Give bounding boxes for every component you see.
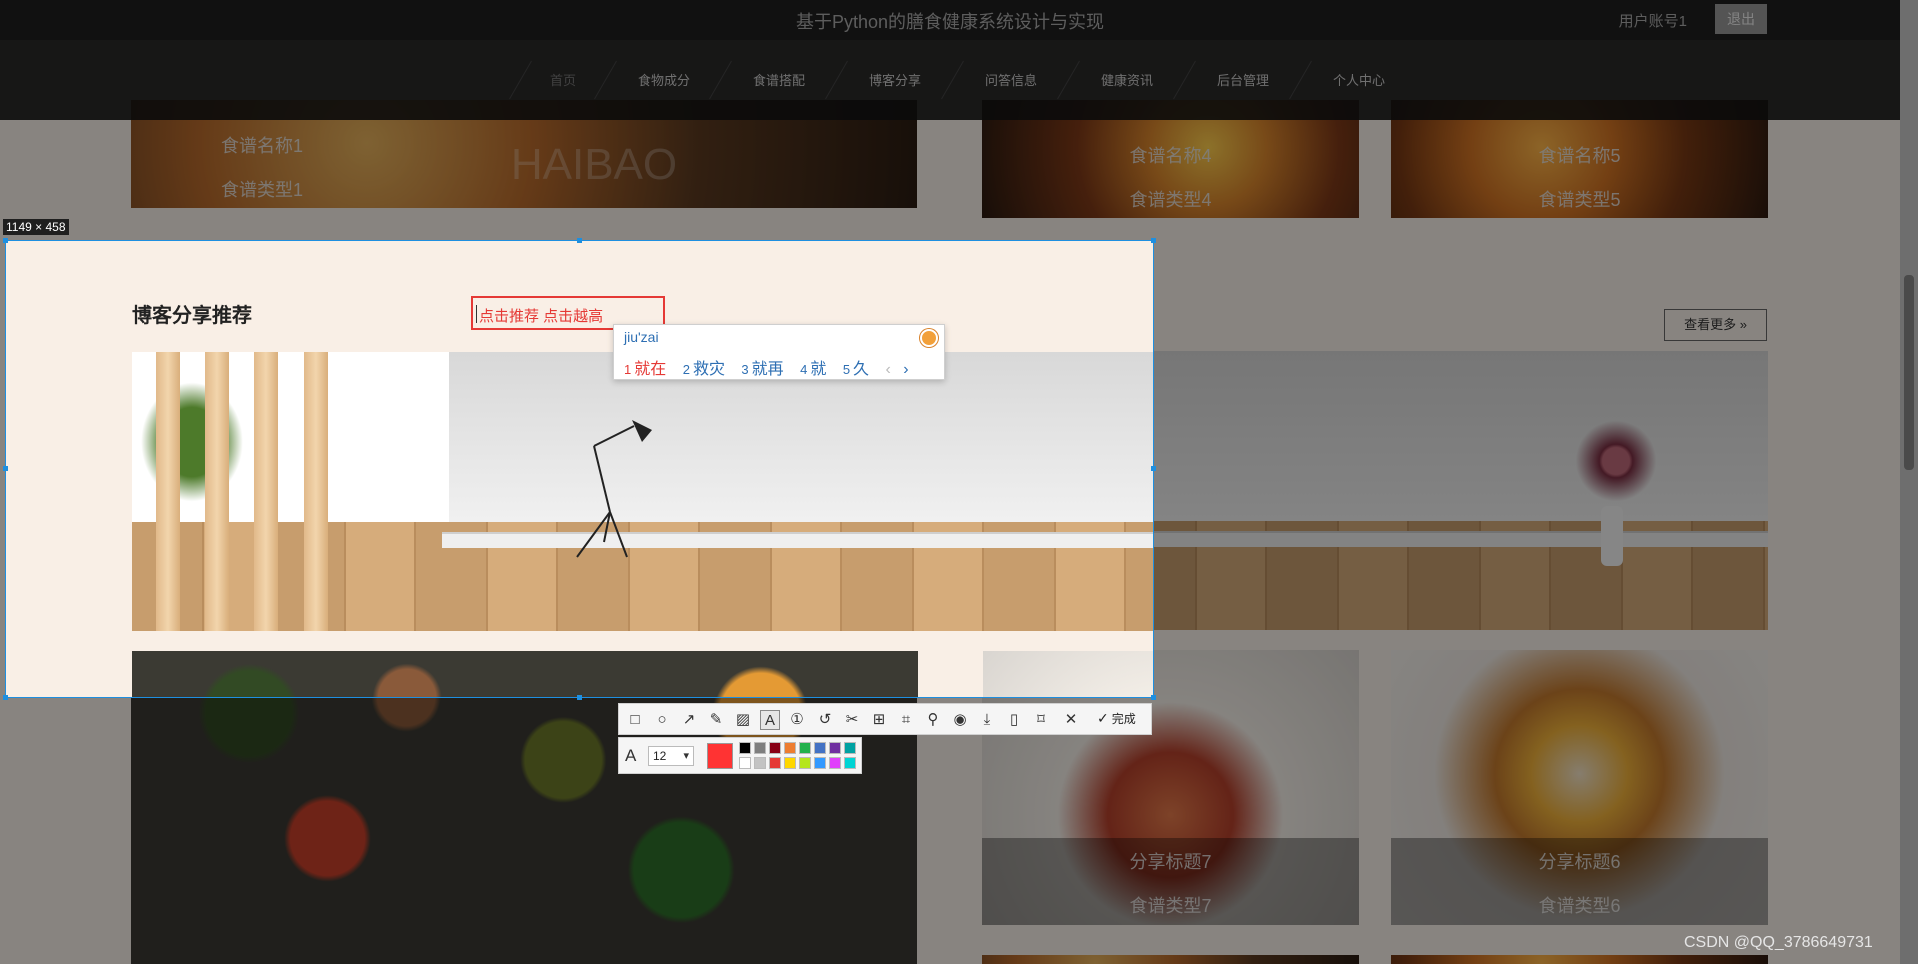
text-tool-options: A 12: [618, 737, 862, 774]
selection-size-label: 1149 × 458: [3, 219, 69, 235]
color-swatch[interactable]: [769, 742, 781, 754]
ime-next-page-icon[interactable]: ›: [903, 361, 908, 379]
ime-candidate-text: 久: [853, 361, 870, 378]
ime-candidate-window: jiu'zai 1 就在 2 救灾 3 就再 4就 5久 ‹ ›: [613, 324, 945, 380]
pen-tool-icon[interactable]: ✎: [706, 710, 726, 730]
text-annotation-content: 点击推荐 点击越高: [479, 308, 604, 325]
ime-candidate[interactable]: 4就: [800, 355, 826, 379]
color-swatch[interactable]: [754, 742, 766, 754]
ime-candidate-list: 1 就在 2 救灾 3 就再 4就 5久 ‹ ›: [624, 355, 917, 379]
ime-pinyin-input: jiu'zai: [624, 329, 659, 345]
font-icon: A: [625, 746, 637, 765]
rectangle-tool-icon[interactable]: □: [625, 710, 645, 730]
color-swatch[interactable]: [844, 742, 856, 754]
color-swatch[interactable]: [799, 742, 811, 754]
ime-candidate[interactable]: 5久: [843, 355, 869, 379]
translate-icon[interactable]: ⊞: [869, 710, 889, 730]
color-swatch[interactable]: [739, 757, 751, 769]
ime-candidate-text: 救灾: [692, 361, 725, 378]
ime-candidate-text: 就: [810, 361, 827, 378]
ocr-scan-icon[interactable]: ⌗: [896, 710, 916, 730]
bookmark-icon[interactable]: ⌑: [1031, 710, 1051, 730]
resize-handle-r[interactable]: [1151, 466, 1156, 471]
color-swatch[interactable]: [814, 757, 826, 769]
ime-candidate[interactable]: 2 救灾: [683, 355, 725, 379]
ime-candidate-text: 就在: [634, 361, 667, 378]
ellipse-tool-icon[interactable]: ○: [652, 710, 672, 730]
page-scrollbar[interactable]: [1900, 0, 1918, 964]
scissors-icon[interactable]: ✂: [842, 710, 862, 730]
text-caret: [476, 305, 477, 323]
resize-handle-tr[interactable]: [1151, 238, 1156, 243]
banner-slat: [156, 352, 180, 631]
color-swatch[interactable]: [844, 757, 856, 769]
resize-handle-l[interactable]: [3, 466, 8, 471]
banner-slat: [304, 352, 328, 631]
share-card-7-selected: [983, 651, 1153, 697]
color-swatch[interactable]: [754, 757, 766, 769]
done-button[interactable]: ✓ 完成: [1097, 710, 1136, 727]
font-size-select[interactable]: 12: [648, 746, 694, 766]
phone-send-icon[interactable]: ▯: [1004, 710, 1024, 730]
blog-banner-image-selected: [132, 352, 1153, 631]
floor-lamp-icon: [576, 420, 652, 558]
ime-candidate-text: 就再: [751, 361, 784, 378]
banner-baseboard: [442, 532, 1153, 548]
text-tool-icon[interactable]: A: [760, 710, 780, 730]
current-color-swatch[interactable]: [707, 743, 733, 769]
record-icon[interactable]: ◉: [950, 710, 970, 730]
resize-handle-bl[interactable]: [3, 695, 8, 700]
scrollbar-thumb[interactable]: [1904, 275, 1914, 470]
ime-candidate[interactable]: 3 就再: [741, 355, 783, 379]
color-swatch[interactable]: [829, 757, 841, 769]
mosaic-tool-icon[interactable]: ▨: [733, 710, 753, 730]
ime-candidate-number: 3: [741, 362, 749, 377]
done-label: 完成: [1111, 712, 1136, 726]
resize-handle-tl[interactable]: [3, 238, 8, 243]
checkmark-icon: ✓: [1097, 710, 1109, 726]
close-icon[interactable]: ✕: [1061, 710, 1081, 730]
color-swatch[interactable]: [784, 742, 796, 754]
ime-candidate-number: 1: [624, 362, 632, 377]
color-swatch[interactable]: [769, 757, 781, 769]
banner-slat: [254, 352, 278, 631]
color-swatch[interactable]: [814, 742, 826, 754]
resize-handle-b[interactable]: [577, 695, 582, 700]
share-card-vegetables-selected: [132, 651, 918, 697]
csdn-watermark: CSDN @QQ_3786649731: [1684, 934, 1873, 951]
capture-toolbar: □ ○ ↗ ✎ ▨ A ① ↺ ✂ ⊞ ⌗ ⚲ ◉ ⤓ ▯ ⌑ ✕ ✓ 完成: [618, 703, 1152, 735]
resize-handle-br[interactable]: [1151, 695, 1156, 700]
download-icon[interactable]: ⤓: [977, 710, 997, 730]
ime-candidate-number: 5: [842, 362, 851, 377]
ime-candidate-number: 4: [800, 362, 808, 377]
banner-slat: [205, 352, 229, 631]
arrow-tool-icon[interactable]: ↗: [679, 710, 699, 730]
number-marker-tool-icon[interactable]: ①: [787, 710, 807, 730]
color-swatch[interactable]: [739, 742, 751, 754]
ime-prev-page-icon[interactable]: ‹: [886, 361, 891, 379]
banner-plant: [132, 372, 252, 512]
ime-candidate[interactable]: 1 就在: [624, 355, 666, 379]
resize-handle-t[interactable]: [577, 238, 582, 243]
color-swatch[interactable]: [829, 742, 841, 754]
color-swatch[interactable]: [799, 757, 811, 769]
blog-section-title-selected: 博客分享推荐: [132, 305, 252, 327]
pin-icon[interactable]: ⚲: [923, 710, 943, 730]
color-swatch[interactable]: [784, 757, 796, 769]
ime-logo-icon[interactable]: [920, 329, 938, 347]
undo-icon[interactable]: ↺: [815, 710, 835, 730]
ime-candidate-number: 2: [682, 362, 690, 377]
